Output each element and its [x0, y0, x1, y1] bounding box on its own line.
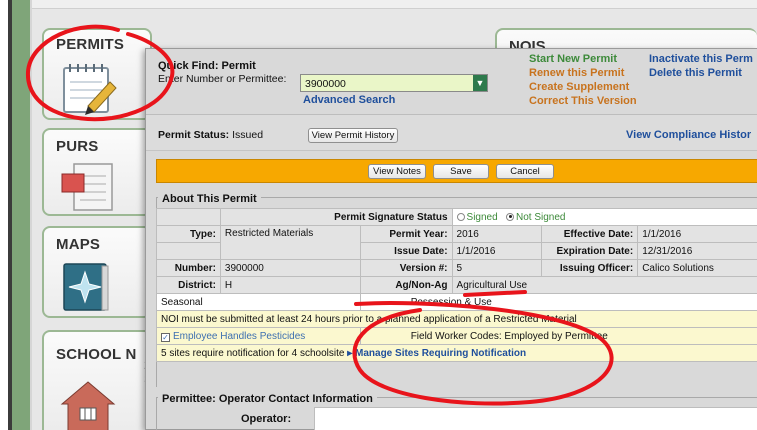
about-permit-legend: About This Permit: [158, 193, 261, 205]
start-new-permit-link[interactable]: Start New Permit: [529, 53, 617, 65]
quick-find-section: Quick Find: Permit Enter Number or Permi…: [146, 49, 757, 115]
issue-date-value: 1/1/2016: [451, 242, 543, 260]
number-label: Number:: [156, 259, 221, 277]
permit-detail-panel: Quick Find: Permit Enter Number or Permi…: [145, 48, 757, 430]
empty-cell: [156, 242, 221, 260]
permit-year-value: 2016: [451, 225, 543, 243]
issuing-officer-value: Calico Solutions: [637, 259, 757, 277]
advanced-search-link[interactable]: Advanced Search: [303, 94, 395, 106]
map-book-icon: [63, 263, 109, 311]
quick-find-title: Quick Find: Permit: [158, 60, 256, 72]
frame-border: [0, 0, 8, 430]
inactivate-permit-link[interactable]: Inactivate this Perm: [649, 53, 753, 65]
tile-school-title: SCHOOL N: [56, 346, 137, 363]
district-value: H: [219, 276, 361, 294]
tile-permits-title: PERMITS: [56, 36, 125, 53]
operator-label: Operator:: [241, 413, 292, 425]
renew-permit-link[interactable]: Renew this Permit: [529, 67, 624, 79]
signature-status-options: Signed Not Signed: [451, 208, 757, 226]
screen: PERMITS PURS MAPS SCHOOL N NOIS Quick Fi…: [0, 0, 757, 430]
field-worker-codes: Field Worker Codes: Employed by Permitte…: [359, 327, 757, 345]
signature-status-label: Permit Signature Status: [219, 208, 453, 226]
empty-cell: [156, 208, 221, 226]
checkbox-checked-icon[interactable]: ✓: [161, 332, 170, 342]
effective-date-value: 1/1/2016: [637, 225, 757, 243]
tile-purs[interactable]: PURS: [42, 128, 152, 216]
tile-maps[interactable]: MAPS: [42, 226, 152, 318]
permit-search-combobox[interactable]: 3900000 ▼: [300, 74, 488, 92]
manage-sites-link[interactable]: Manage Sites Requiring Notification: [355, 348, 526, 359]
permit-details-table: Permit Signature Status Signed Not Signe…: [156, 208, 757, 362]
number-value: 3900000: [219, 259, 361, 277]
expiration-date-label: Expiration Date:: [541, 242, 639, 260]
operator-contact-legend: Permittee: Operator Contact Information: [158, 393, 377, 405]
create-supplement-link[interactable]: Create Supplement: [529, 81, 629, 93]
school-house-icon: [60, 381, 116, 430]
expiration-date-value: 12/31/2016: [637, 242, 757, 260]
tile-purs-title: PURS: [56, 138, 99, 155]
quick-find-label: Enter Number or Permittee:: [158, 73, 287, 85]
possession-use-value: Possession & Use: [359, 293, 757, 311]
chevron-down-icon[interactable]: ▼: [473, 75, 487, 91]
district-label: District:: [156, 276, 221, 294]
tile-permits[interactable]: PERMITS: [42, 28, 152, 120]
permit-status-row: Permit Status: Issued View Permit Histor…: [146, 115, 757, 151]
permit-status: Permit Status: Issued: [158, 129, 263, 141]
view-permit-history-button[interactable]: View Permit History: [308, 128, 398, 143]
noi-notice: NOI must be submitted at least 24 hours …: [156, 310, 757, 328]
permit-year-label: Permit Year:: [359, 225, 453, 243]
seasonal-value: Seasonal: [156, 293, 361, 311]
permit-status-value: Issued: [232, 129, 264, 141]
report-document-icon: [61, 163, 113, 211]
permit-status-label: Permit Status:: [158, 129, 230, 141]
ag-nonag-value: Agricultural Use: [451, 276, 757, 294]
version-label: Version #:: [359, 259, 453, 277]
schools-notification-row: 5 sites require notification for 4 schoo…: [156, 344, 757, 362]
ag-nonag-label: Ag/Non-Ag: [359, 276, 453, 294]
type-label: Type:: [156, 225, 221, 243]
delete-permit-link[interactable]: Delete this Permit: [649, 67, 742, 79]
left-sidebar-strip: [12, 0, 30, 430]
view-notes-button[interactable]: View Notes: [368, 164, 426, 179]
employee-handles-checkbox[interactable]: ✓ Employee Handles Pesticides: [156, 327, 361, 345]
issuing-officer-label: Issuing Officer:: [541, 259, 639, 277]
version-value: 5: [451, 259, 543, 277]
permit-notepad-icon: [63, 64, 117, 115]
issue-date-label: Issue Date:: [359, 242, 453, 260]
not-signed-radio[interactable]: Not Signed: [506, 212, 566, 223]
cancel-button[interactable]: Cancel: [496, 164, 554, 179]
type-value: Restricted Materials: [219, 225, 361, 260]
tile-school[interactable]: SCHOOL N 2 S: [42, 330, 152, 430]
permit-search-value: 3900000: [305, 78, 346, 90]
signed-radio[interactable]: Signed: [456, 212, 498, 223]
save-button[interactable]: Save: [433, 164, 489, 179]
action-toolbar: View Notes Save Cancel: [156, 159, 757, 183]
correct-version-link[interactable]: Correct This Version: [529, 95, 637, 107]
tile-maps-title: MAPS: [56, 236, 101, 253]
view-compliance-history-link[interactable]: View Compliance Histor: [626, 129, 751, 141]
schools-note: 5 sites require notification for 4 schoo…: [161, 347, 345, 359]
operator-field[interactable]: [314, 407, 757, 430]
effective-date-label: Effective Date:: [541, 225, 639, 243]
